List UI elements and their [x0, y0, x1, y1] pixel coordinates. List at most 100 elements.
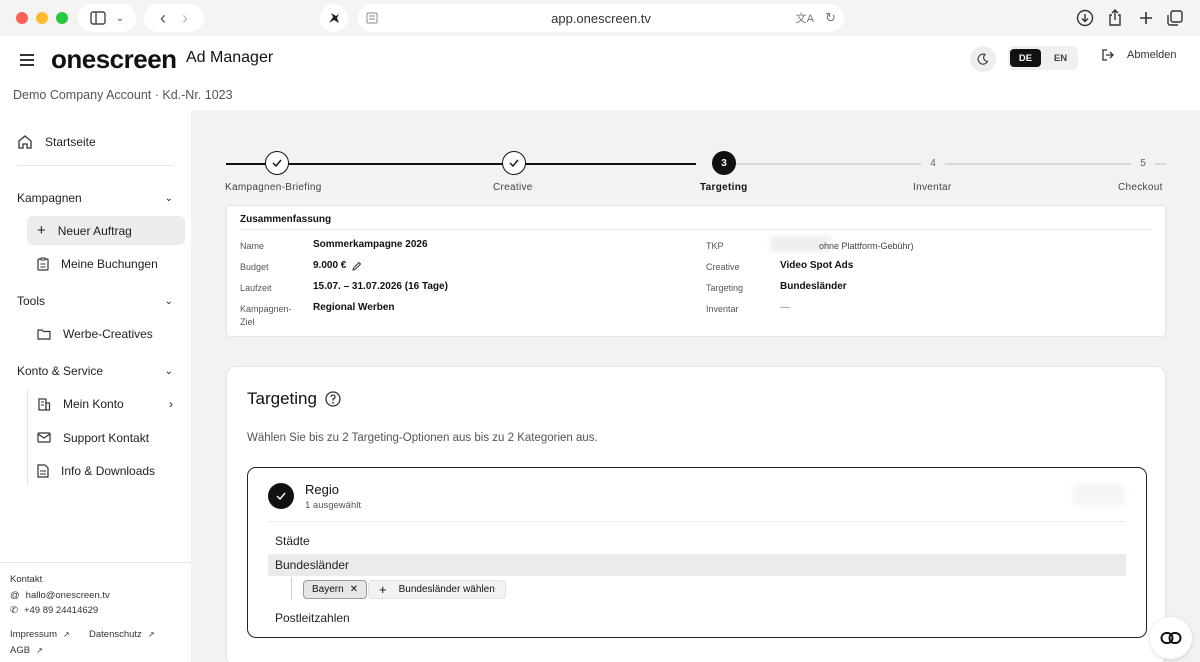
option-cities[interactable]: Städte [268, 530, 1126, 552]
step-1-indicator[interactable] [265, 151, 289, 175]
building-icon [38, 397, 51, 411]
add-state-button[interactable]: + Bundesländer wählen [368, 580, 506, 599]
regio-subtitle: 1 ausgewählt [305, 500, 361, 511]
back-icon[interactable]: ‹ [160, 8, 166, 29]
language-de-button[interactable]: DE [1010, 49, 1041, 67]
sidebar-item-my-account[interactable]: Mein Konto › [27, 389, 185, 418]
language-en-button[interactable]: EN [1045, 49, 1076, 67]
sidebar-item-info[interactable]: Info & Downloads [27, 456, 185, 485]
summary-label-creative: Creative [706, 262, 740, 272]
external-link-icon: ↗ [36, 646, 43, 655]
tab-overview-icon[interactable] [1163, 6, 1187, 30]
privacy-link[interactable]: Datenschutz ↗ [89, 629, 155, 640]
close-icon[interactable]: ✕ [350, 584, 358, 595]
targeting-description: Wählen Sie bis zu 2 Targeting-Optionen a… [247, 432, 598, 444]
phone-icon: ✆ [10, 605, 18, 616]
logout-label: Abmelden [1127, 49, 1177, 61]
main-content: 3 4 5 Kampagnen-Briefing Creative Target… [191, 110, 1200, 662]
app-header: onescreen Ad Manager Demo Company Accoun… [0, 36, 1200, 110]
targeting-card: Targeting Wählen Sie bis zu 2 Targeting-… [226, 366, 1166, 662]
summary-value-name: Sommerkampagne 2026 [313, 239, 428, 250]
step-4-indicator[interactable]: 4 [921, 151, 945, 175]
forward-icon[interactable]: › [182, 8, 188, 29]
moon-icon [977, 53, 989, 65]
step-4-label: Inventar [913, 182, 952, 193]
home-icon [18, 135, 32, 149]
logo[interactable]: onescreen [51, 44, 177, 75]
step-2-label: Creative [493, 182, 533, 193]
imprint-link[interactable]: Impressum ↗ [10, 629, 70, 640]
help-icon[interactable] [325, 391, 341, 407]
address-bar[interactable]: app.onescreen.tv 文A ↻ [358, 4, 844, 32]
sidebar-section-tools[interactable]: Tools ⌄ [17, 294, 173, 308]
chevron-down-icon: ⌄ [115, 12, 125, 24]
account-info: Demo Company Account · Kd.-Nr. 1023 [13, 88, 233, 102]
site-favicon[interactable] [320, 4, 348, 32]
close-window-button[interactable] [16, 12, 28, 24]
sidebar-item-support[interactable]: Support Kontakt [27, 423, 185, 452]
option-postcodes[interactable]: Postleitzahlen [268, 607, 1126, 629]
selected-state-chip[interactable]: Bayern ✕ [303, 580, 368, 599]
contact-phone[interactable]: ✆ +49 89 24414629 [10, 605, 98, 616]
sidebar-section-account[interactable]: Konto & Service ⌄ [17, 364, 173, 378]
section-title: Kampagnen [17, 191, 82, 205]
summary-title: Zusammenfassung [240, 214, 332, 225]
sidebar-item-bookings[interactable]: Meine Buchungen [27, 249, 185, 278]
check-icon [272, 159, 282, 167]
sidebar-item-home[interactable]: Startseite [17, 134, 96, 150]
contact-title: Kontakt [10, 574, 43, 585]
terms-link[interactable]: AGB ↗ [10, 645, 43, 656]
summary-value-goal: Regional Werben [313, 302, 395, 313]
summary-label-tkp: TKP [706, 241, 724, 251]
external-link-icon: ↗ [62, 630, 70, 639]
history-navigation: ‹ › [144, 4, 204, 32]
step-5-indicator[interactable]: 5 [1131, 151, 1155, 175]
maximize-window-button[interactable] [56, 12, 68, 24]
plus-icon: + [379, 582, 387, 597]
reload-icon[interactable]: ↻ [825, 10, 836, 26]
step-3-indicator[interactable]: 3 [712, 151, 736, 175]
new-tab-icon[interactable] [1134, 6, 1158, 30]
sidebar-section-kampagnen[interactable]: Kampagnen ⌄ [17, 191, 173, 205]
logout-button[interactable]: Abmelden [1101, 48, 1177, 62]
chat-button[interactable] [1150, 617, 1192, 659]
window-controls [16, 12, 68, 24]
translate-icon[interactable]: 文A [796, 10, 814, 26]
sidebar-item-creatives[interactable]: Werbe-Creatives [27, 319, 185, 348]
browser-toolbar: ⌄ ‹ › app.onescreen.tv 文A ↻ [0, 0, 1200, 36]
option-states[interactable]: Bundesländer [268, 554, 1126, 576]
chip-label: Bayern [312, 584, 344, 595]
check-icon [509, 159, 519, 167]
plus-icon: + [37, 222, 46, 239]
folder-icon [37, 328, 51, 340]
sidebar-item-new-order[interactable]: + Neuer Auftrag [27, 216, 185, 245]
summary-value-budget: 9.000 € [313, 260, 362, 271]
pencil-icon[interactable] [352, 261, 362, 271]
sidebar-item-label: Support Kontakt [63, 430, 150, 445]
chevron-down-icon: ⌄ [164, 192, 173, 204]
terms-label: AGB [10, 645, 31, 656]
clipboard-icon [37, 257, 49, 271]
share-icon[interactable] [1103, 6, 1127, 30]
summary-value-targeting: Bundesländer [780, 281, 847, 292]
targeting-title: Targeting [247, 389, 341, 409]
language-switch: DE EN [1008, 46, 1078, 70]
step-2-indicator[interactable] [502, 151, 526, 175]
collapse-toggle[interactable] [1074, 484, 1124, 506]
theme-toggle-button[interactable] [970, 46, 996, 72]
step-1-label: Kampagnen-Briefing [225, 182, 322, 193]
sidebar-toggle-button[interactable]: ⌄ [78, 4, 136, 32]
logout-icon [1102, 49, 1114, 61]
at-icon: @ [10, 590, 20, 601]
check-icon [276, 492, 286, 500]
contact-email[interactable]: @ hallo@onescreen.tv [10, 590, 110, 601]
divider [240, 229, 1152, 230]
minimize-window-button[interactable] [36, 12, 48, 24]
contact-email-text: hallo@onescreen.tv [25, 590, 110, 601]
sidebar-item-label: Meine Buchungen [61, 256, 158, 271]
menu-icon[interactable] [20, 54, 34, 66]
download-icon[interactable] [1073, 6, 1097, 30]
chevron-right-icon: › [169, 396, 173, 411]
sidebar-item-label: Neuer Auftrag [57, 223, 132, 238]
regio-checkbox[interactable] [268, 483, 294, 509]
